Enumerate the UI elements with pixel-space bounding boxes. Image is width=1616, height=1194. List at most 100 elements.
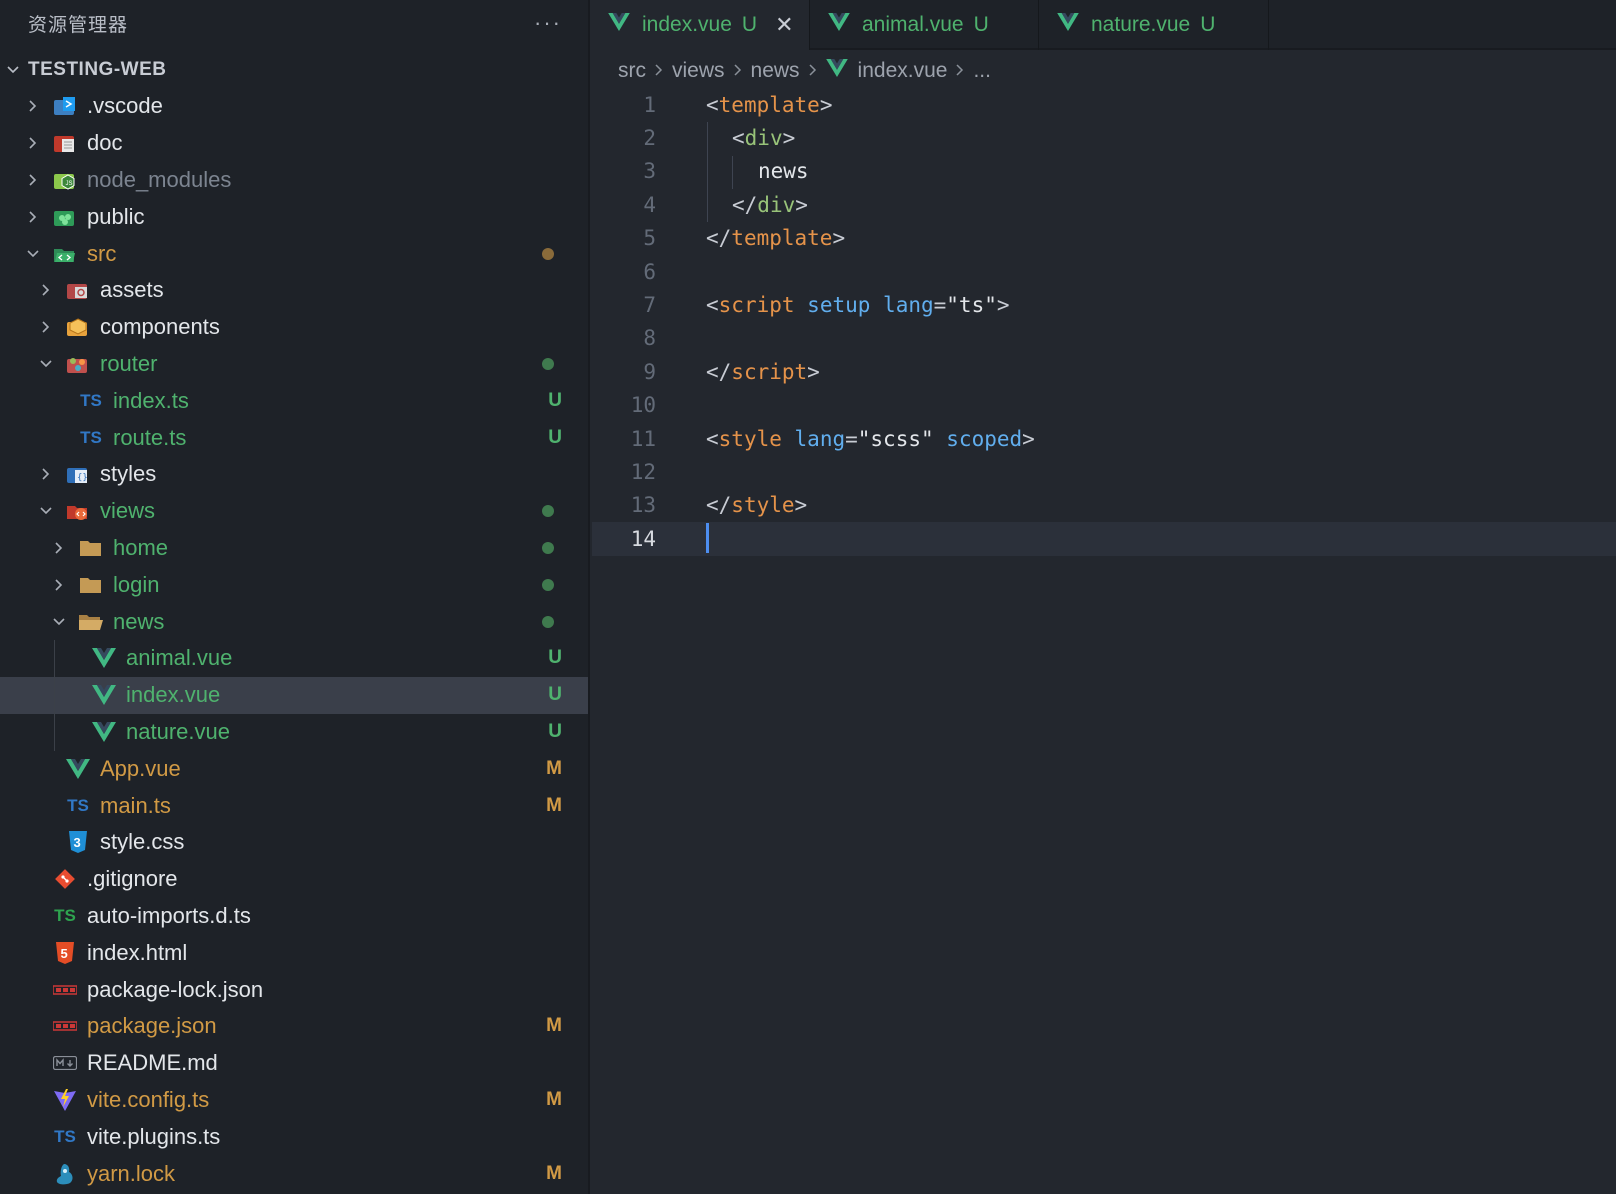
tree-item-assets[interactable]: assets — [0, 272, 588, 309]
code-line-current[interactable]: 14 — [592, 522, 1616, 556]
typescript-file-icon: TS — [80, 427, 102, 447]
tree-item-style-css[interactable]: 3 style.css — [0, 824, 588, 861]
npm-file-icon — [52, 1013, 78, 1039]
folder-icon — [78, 535, 104, 561]
close-icon[interactable]: ✕ — [775, 12, 793, 38]
code-line[interactable]: 8 — [592, 322, 1616, 355]
tree-item-label: styles — [100, 461, 157, 487]
code-line[interactable]: 10 — [592, 389, 1616, 422]
tree-item-index-vue[interactable]: index.vue U — [0, 676, 588, 714]
tree-item-src[interactable]: src — [0, 235, 588, 272]
tab-animal-vue[interactable]: animal.vue U — [810, 0, 1039, 50]
tree-item-readme[interactable]: README.md — [0, 1045, 588, 1082]
code-line[interactable]: 7 <script setup lang="ts"> — [592, 288, 1616, 321]
code-line[interactable]: 5 </template> — [592, 222, 1616, 255]
untracked-dot-icon — [542, 505, 554, 518]
code-text: <div> — [732, 126, 795, 150]
tab-index-vue[interactable]: index.vue U ✕ — [592, 0, 810, 50]
project-root[interactable]: TESTING-WEB — [0, 52, 588, 88]
tree-item-home[interactable]: home — [0, 530, 588, 567]
code-line[interactable]: 2 <div> — [592, 121, 1616, 154]
tree-item-label: auto-imports.d.ts — [87, 902, 251, 928]
tree-item-main-ts[interactable]: TS main.ts M — [0, 787, 588, 824]
indent-guide — [54, 713, 55, 751]
vscode-folder-icon — [52, 93, 78, 119]
code-token: style — [731, 493, 795, 518]
tree-item-components[interactable]: components — [0, 309, 588, 346]
tree-item-router[interactable]: router — [0, 346, 588, 383]
tree-item-label: vite.config.ts — [87, 1086, 210, 1112]
components-folder-icon — [65, 314, 91, 340]
code-token: > — [782, 126, 796, 151]
breadcrumb-item-news[interactable]: news — [751, 59, 800, 83]
tree-item-nature-vue[interactable]: nature.vue U — [0, 713, 588, 751]
code-line[interactable]: 11 <style lang="scss" scoped> — [592, 422, 1616, 455]
tree-item-vite-config[interactable]: vite.config.ts M — [0, 1082, 588, 1119]
breadcrumb-item-symbols[interactable]: ... — [973, 59, 991, 83]
tree-item-label: package.json — [87, 1013, 217, 1039]
tree-item-vscode[interactable]: .vscode — [0, 88, 588, 125]
tree-item-animal-vue[interactable]: animal.vue U — [0, 639, 588, 677]
code-token: script — [718, 293, 795, 318]
folder-icon — [78, 572, 104, 598]
code-editor[interactable]: 1 <template> 2 <div> 3 news 4 </div> 5 <… — [592, 88, 1616, 1194]
code-line[interactable]: 12 — [592, 455, 1616, 488]
html-file-icon: 5 — [52, 940, 78, 966]
tree-item-public[interactable]: public — [0, 198, 588, 235]
tree-item-router-index-ts[interactable]: TS index.ts U — [0, 382, 588, 419]
tree-item-node-modules[interactable]: JS node_modules — [0, 162, 588, 199]
tree-item-gitignore[interactable]: .gitignore — [0, 861, 588, 898]
tree-item-label: assets — [100, 277, 164, 303]
tree-item-yarn-lock[interactable]: yarn.lock M — [0, 1155, 588, 1192]
breadcrumb-item-views[interactable]: views — [672, 59, 725, 83]
styles-folder-icon: {} — [65, 461, 91, 487]
tree-item-news[interactable]: news — [0, 603, 588, 640]
tree-item-label: components — [100, 314, 220, 340]
code-line[interactable]: 9 </script> — [592, 355, 1616, 388]
more-actions-button[interactable]: ··· — [534, 10, 562, 36]
code-text: </div> — [732, 193, 808, 217]
chevron-right-icon — [39, 283, 53, 297]
tree-item-vite-plugins[interactable]: TS vite.plugins.ts — [0, 1118, 588, 1155]
indent-guide — [54, 676, 55, 714]
tree-item-label: App.vue — [100, 755, 181, 781]
tree-item-route-ts[interactable]: TS route.ts U — [0, 419, 588, 456]
chevron-down-icon — [39, 357, 53, 371]
tree-item-label: views — [100, 498, 156, 524]
tab-nature-vue[interactable]: nature.vue U — [1039, 0, 1269, 50]
tree-item-views[interactable]: views — [0, 493, 588, 530]
tree-item-label: README.md — [87, 1050, 218, 1076]
line-number: 4 — [643, 192, 656, 217]
code-line[interactable]: 3 news — [592, 155, 1616, 188]
router-folder-icon — [65, 351, 91, 377]
tree-item-label: index.ts — [113, 387, 189, 413]
code-line[interactable]: 6 — [592, 255, 1616, 288]
tree-item-package-lock[interactable]: package-lock.json — [0, 971, 588, 1008]
tree-item-label: login — [113, 571, 160, 597]
code-line[interactable]: 4 </div> — [592, 188, 1616, 221]
chevron-right-icon — [52, 578, 66, 592]
tree-item-styles[interactable]: {} styles — [0, 456, 588, 493]
tree-item-app-vue[interactable]: App.vue M — [0, 750, 588, 787]
tree-item-label: index.html — [87, 939, 188, 965]
tree-item-auto-imports[interactable]: TS auto-imports.d.ts — [0, 898, 588, 935]
breadcrumb-item-src[interactable]: src — [618, 59, 646, 83]
tree-item-login[interactable]: login — [0, 566, 588, 603]
tree-item-doc[interactable]: doc — [0, 125, 588, 162]
tree-item-label: package-lock.json — [87, 976, 264, 1002]
code-line[interactable]: 13 </style> — [592, 489, 1616, 522]
code-text: <script setup lang="ts"> — [706, 293, 1010, 317]
chevron-right-icon — [26, 173, 40, 187]
code-token: scoped — [946, 426, 1023, 451]
git-status-badge: M — [546, 757, 562, 779]
code-line[interactable]: 1 <template> — [592, 88, 1616, 121]
tree-item-package-json[interactable]: package.json M — [0, 1008, 588, 1045]
code-text: <style lang="scss" scoped> — [706, 427, 1035, 451]
typescript-def-icon: TS — [54, 905, 76, 925]
code-text: <template> — [706, 93, 832, 117]
breadcrumb-item-index-vue[interactable]: index.vue — [858, 59, 948, 83]
line-number: 13 — [630, 493, 656, 518]
tree-item-index-html[interactable]: 5 index.html — [0, 934, 588, 971]
git-status-badge: U — [548, 647, 562, 669]
